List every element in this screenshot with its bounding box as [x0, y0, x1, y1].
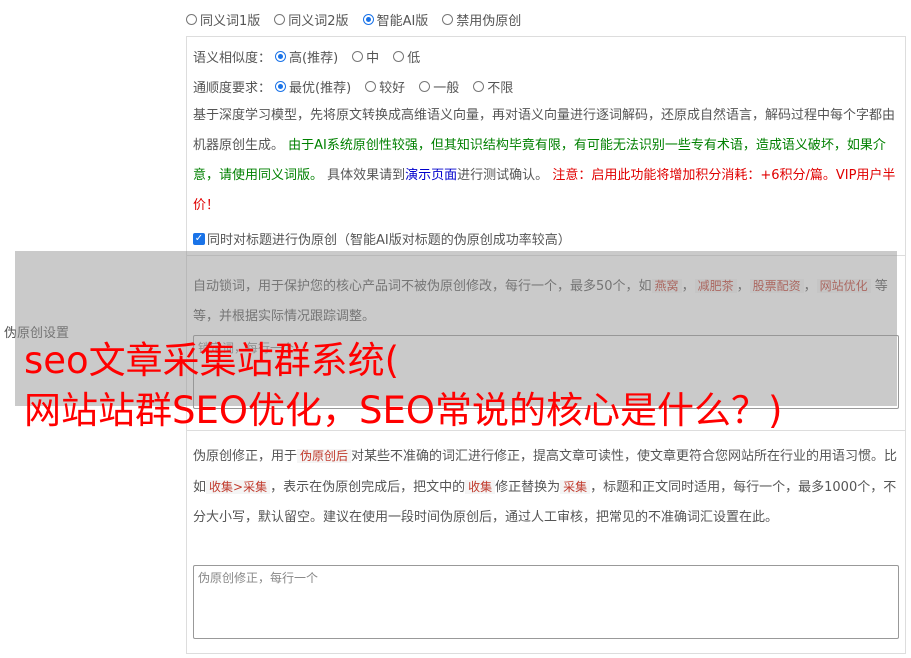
checkbox-checked-icon[interactable]: ✓ [193, 232, 205, 245]
fluency-good[interactable]: 较好 [365, 77, 405, 96]
radio-label: 同义词1版 [200, 14, 261, 29]
radio-label: 智能AI版 [376, 14, 429, 29]
headline-line-2: 网站站群SEO优化，SEO常说的核心是什么？) [24, 389, 783, 432]
title-rewrite-label: 同时对标题进行伪原创（智能AI版对标题的伪原创成功率较高） [207, 233, 571, 248]
radio-icon[interactable] [419, 81, 431, 92]
fluency-best[interactable]: 最优(推荐) [275, 77, 351, 96]
radio-label: 禁用伪原创 [456, 14, 522, 29]
mode-option-disable[interactable]: 禁用伪原创 [442, 10, 521, 29]
radio-label: 高(推荐) [289, 51, 339, 66]
fluency-row: 通顺度要求： 最优(推荐) 较好 一般 不限 [193, 77, 527, 96]
correction-text: ，表示在伪原创完成后，把文中的 [270, 480, 466, 495]
radio-icon[interactable] [393, 51, 405, 62]
title-rewrite-checkbox-row[interactable]: ✓ 同时对标题进行伪原创（智能AI版对标题的伪原创成功率较高） [193, 229, 571, 248]
radio-icon[interactable] [473, 81, 485, 92]
similarity-medium[interactable]: 中 [352, 47, 379, 66]
radio-selected-icon[interactable] [275, 81, 287, 92]
radio-label: 低 [407, 51, 421, 66]
similarity-label: 语义相似度： [193, 51, 272, 66]
similarity-row: 语义相似度： 高(推荐) 中 低 [193, 47, 434, 66]
radio-label: 最优(推荐) [289, 81, 352, 96]
correction-textarea[interactable]: 伪原创修正，每行一个 [193, 565, 899, 639]
mode-option-ai[interactable]: 智能AI版 [362, 10, 429, 29]
fluency-normal[interactable]: 一般 [419, 77, 459, 96]
example-tag: 伪原创后 [297, 449, 352, 463]
example-tag: 采集 [560, 480, 591, 494]
radio-label: 同义词2版 [288, 14, 349, 29]
ai-description: 基于深度学习模型，先将原文转换成高维语义向量，再对语义向量进行逐词解码，还原成自… [193, 101, 898, 221]
radio-label: 中 [366, 51, 380, 66]
radio-icon[interactable] [274, 14, 286, 25]
radio-selected-icon[interactable] [275, 51, 287, 62]
mode-radio-group: 同义词1版 同义词2版 智能AI版 禁用伪原创 [186, 10, 535, 29]
article-headline-overlay: seo文章采集站群系统( 网站站群SEO优化，SEO常说的核心是什么？) [24, 336, 782, 436]
correction-description: 伪原创修正，用于 伪原创后 对某些不准确的词汇进行修正，提高文章可读性，使文章更符合… [193, 441, 898, 533]
mode-option-synonym-1[interactable]: 同义词1版 [186, 10, 260, 29]
similarity-low[interactable]: 低 [393, 47, 420, 66]
fluency-label: 通顺度要求： [193, 81, 272, 96]
headline-line-1: seo文章采集站群系统( [24, 339, 400, 382]
radio-label: 不限 [487, 81, 514, 96]
description-text: 具体效果请到 [323, 168, 406, 183]
correction-text: 修正替换为 [495, 480, 561, 495]
example-tag: 收集 [465, 480, 496, 494]
correction-text: 伪原创修正，用于 [193, 449, 298, 464]
similarity-high[interactable]: 高(推荐) [275, 47, 338, 66]
radio-label: 较好 [379, 81, 406, 96]
radio-icon[interactable] [442, 14, 454, 25]
radio-icon[interactable] [186, 14, 197, 25]
radio-icon[interactable] [352, 51, 364, 62]
radio-selected-icon[interactable] [362, 14, 374, 25]
fluency-any[interactable]: 不限 [473, 77, 513, 96]
description-text: 进行测试确认。 [457, 168, 553, 183]
example-tag: 收集>采集 [206, 480, 271, 494]
demo-page-link[interactable]: 演示页面 [405, 168, 457, 183]
mode-option-synonym-2[interactable]: 同义词2版 [274, 10, 349, 29]
radio-icon[interactable] [365, 81, 377, 92]
radio-label: 一般 [433, 81, 460, 96]
